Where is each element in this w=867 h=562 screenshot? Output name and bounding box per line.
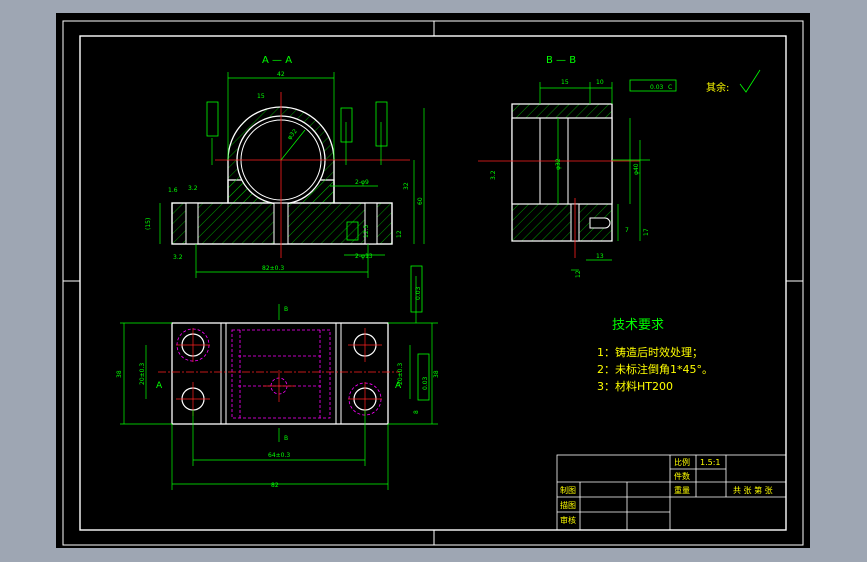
dim-bb-17: 17 xyxy=(643,228,650,236)
rest-roughness-symbol xyxy=(739,69,761,93)
dim-bb-15: 15 xyxy=(561,79,569,86)
dim-aa-left1: (15) xyxy=(145,218,152,230)
tb-qty-label: 件数 xyxy=(674,471,690,481)
rough-aa-1-6: 1.6 xyxy=(168,187,178,194)
dim-top-38: 38 xyxy=(116,370,123,378)
dim-top-20: 20±0.3 xyxy=(139,363,146,385)
rough-aa-3-2: 3.2 xyxy=(188,185,198,192)
tech-requirements: 技术要求 1：铸造后时效处理； 2：未标注倒角1*45°。 3：材料HT200 xyxy=(597,318,713,393)
tb-weight-label: 重量 xyxy=(674,485,690,495)
dim-aa-left2: 3.2 xyxy=(173,254,183,261)
tech-item-1: 1：铸造后时效处理； xyxy=(597,345,703,359)
tb-scale-value: 1.5:1 xyxy=(700,458,721,467)
dim-top-64: 64±0.3 xyxy=(268,452,290,459)
inner-border xyxy=(79,35,787,531)
bb-groove xyxy=(589,217,611,229)
dim-top-38b: 38 xyxy=(433,370,440,378)
left-slot xyxy=(185,202,199,245)
dim-aa-radius: 15 xyxy=(257,93,265,100)
dim-top-tol-1: 0.03 xyxy=(415,286,422,300)
dim-aa-12-5: 12.5 xyxy=(363,224,370,238)
dim-bb-12: 12 xyxy=(575,270,582,278)
dim-bb-datum: C xyxy=(668,84,672,91)
tech-item-2: 2：未标注倒角1*45°。 xyxy=(597,362,713,376)
tb-sheets-label: 共 张 第 张 xyxy=(733,485,773,495)
dim-bb-13: 13 xyxy=(596,253,604,260)
section-aa-view: A — A 42 φ32 (15) 3.2 60 82±0.3 15 2-φ9 … xyxy=(145,55,425,278)
dim-aa-12: 12 xyxy=(396,230,403,238)
dim-top-8: 8 xyxy=(413,410,420,414)
dim-aa-slot: 2-φ9 xyxy=(355,179,369,186)
dim-aa-32: 32 xyxy=(403,182,410,190)
tb-drawn-label: 制图 xyxy=(560,485,576,495)
dim-bb-7: 7 xyxy=(625,227,629,234)
top-outline xyxy=(171,322,389,425)
section-mark-b-top: B xyxy=(284,306,288,313)
dim-bb-10: 10 xyxy=(596,79,604,86)
dim-aa-height: 60 xyxy=(417,197,424,205)
aa-tol-frame-mid xyxy=(340,107,353,143)
tb-design-label: 描图 xyxy=(560,500,576,510)
tech-title: 技术要求 xyxy=(612,318,664,333)
rest-roughness-label: 其余: xyxy=(706,81,729,94)
dim-bb-40: φ40 xyxy=(633,163,640,175)
tb-check-label: 审核 xyxy=(560,515,576,525)
tb-scale-label: 比例 xyxy=(674,457,690,467)
section-mark-a-left: A xyxy=(156,381,163,391)
tech-item-3: 3：材料HT200 xyxy=(597,379,673,393)
section-mark-b-bottom: B xyxy=(284,435,288,442)
top-view: 82 64±0.3 38 20±0.3 38 20±0.3 8 0.03 0.0… xyxy=(116,265,440,490)
section-bb-title: B — B xyxy=(546,55,576,66)
aa-tol-frame-left xyxy=(206,101,219,137)
section-aa-title: A — A xyxy=(262,55,292,66)
section-bb-view: B — B 15 10 0.03 C φ32 φ40 13 7 17 12 3.… xyxy=(478,55,761,278)
section-mark-a-right: A xyxy=(395,381,402,391)
dim-bb-32: φ32 xyxy=(555,158,562,170)
dim-top-82: 82 xyxy=(271,482,279,489)
aa-tol-frame-right xyxy=(375,101,388,147)
rough-bb: 3.2 xyxy=(490,170,497,180)
dim-top-tol-2: 0.03 xyxy=(422,376,429,390)
dim-aa-slot2: 2-φ13 xyxy=(355,253,373,260)
dim-bb-tol: 0.03 xyxy=(650,84,664,91)
outer-border xyxy=(62,20,804,546)
cad-drawing: A — A 42 φ32 (15) 3.2 60 82±0.3 15 2-φ9 … xyxy=(62,20,804,546)
dim-aa-top: 42 xyxy=(277,71,285,78)
dim-aa-width: 82±0.3 xyxy=(262,265,284,272)
